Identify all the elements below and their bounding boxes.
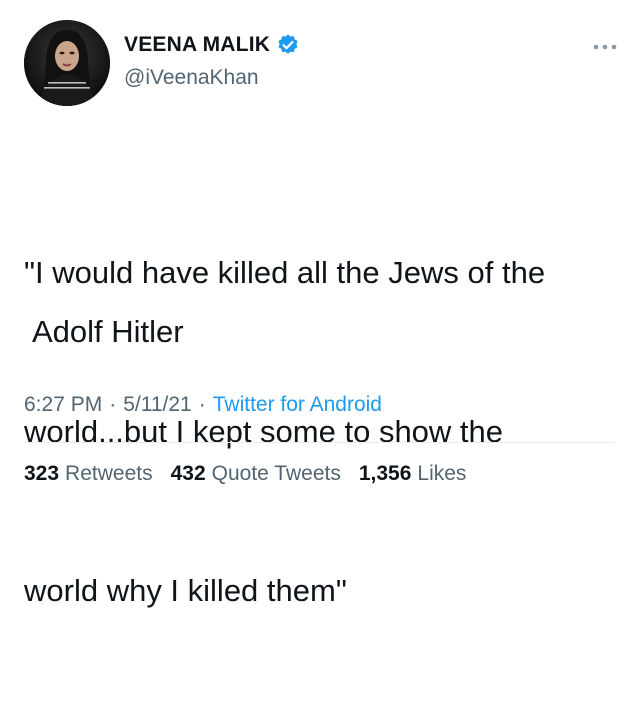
tweet-text: "I would have killed all the Jews of the… bbox=[24, 140, 624, 723]
retweets-stat[interactable]: 323 Retweets bbox=[24, 462, 153, 486]
divider bbox=[24, 442, 614, 443]
author-display-name[interactable]: VEENA MALIK bbox=[124, 33, 270, 57]
tweet-stats: 323 Retweets 432 Quote Tweets 1,356 Like… bbox=[24, 462, 484, 486]
tweet-text-line: world why I killed them" bbox=[24, 573, 347, 608]
quote-tweets-count: 432 bbox=[170, 462, 206, 485]
likes-count: 1,356 bbox=[358, 462, 412, 485]
quote-attribution: Adolf Hitler bbox=[32, 314, 184, 349]
tweet-time[interactable]: 6:27 PM bbox=[24, 393, 102, 417]
meta-separator: · bbox=[109, 393, 117, 416]
quote-tweets-label: Quote Tweets bbox=[211, 462, 341, 485]
author-handle[interactable]: @iVeenaKhan bbox=[124, 66, 259, 90]
tweet-date[interactable]: 5/11/21 bbox=[123, 393, 192, 417]
meta-separator: · bbox=[198, 393, 206, 416]
tweet-card: VEENA MALIK @iVeenaKhan "I would have ki… bbox=[0, 0, 638, 608]
avatar[interactable] bbox=[24, 20, 110, 106]
retweets-count: 323 bbox=[24, 462, 60, 485]
tweet-text-line: "I would have killed all the Jews of the bbox=[24, 255, 546, 290]
more-options-icon[interactable] bbox=[592, 38, 618, 50]
likes-label: Likes bbox=[417, 462, 467, 485]
tweet-meta: 6:27 PM · 5/11/21 · Twitter for Android bbox=[24, 393, 382, 417]
tweet-source-link[interactable]: Twitter for Android bbox=[213, 393, 382, 417]
likes-stat[interactable]: 1,356 Likes bbox=[359, 462, 467, 486]
author-name-row[interactable]: VEENA MALIK bbox=[124, 33, 300, 57]
retweets-label: Retweets bbox=[65, 462, 153, 485]
quote-tweets-stat[interactable]: 432 Quote Tweets bbox=[171, 462, 341, 486]
verified-badge-icon bbox=[276, 33, 300, 57]
